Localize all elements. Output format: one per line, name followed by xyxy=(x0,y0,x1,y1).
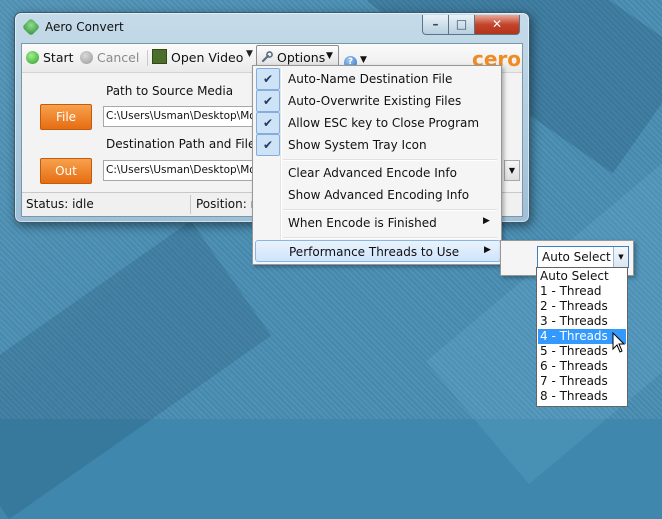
thread-option[interactable]: 8 - Threads xyxy=(538,389,626,404)
help-dropdown-icon: ▼ xyxy=(360,55,367,65)
start-button[interactable]: Start xyxy=(26,49,74,67)
menu-item-performance-threads[interactable]: Performance Threads to Use ▶ xyxy=(255,240,501,262)
check-icon: ✔ xyxy=(256,68,280,90)
status-text: Status: idle xyxy=(26,197,94,211)
close-button[interactable]: ✕ xyxy=(474,15,520,35)
destination-path-field[interactable]: C:\Users\Usman\Desktop\Movies xyxy=(103,160,267,181)
chevron-down-icon[interactable]: ▼ xyxy=(613,247,628,267)
menu-item-allow-esc[interactable]: ✔ Allow ESC key to Close Program xyxy=(255,112,499,134)
source-path-label: Path to Source Media xyxy=(106,84,234,98)
menu-item-show-advanced[interactable]: Show Advanced Encoding Info xyxy=(255,184,499,206)
window-title: Aero Convert xyxy=(45,20,124,34)
menu-separator xyxy=(283,237,497,239)
check-icon: ✔ xyxy=(256,134,280,156)
check-icon: ✔ xyxy=(256,90,280,112)
source-path-field[interactable]: C:\Users\Usman\Desktop\Movies xyxy=(103,106,267,127)
maximize-button[interactable]: □ xyxy=(448,15,475,35)
close-icon: ✕ xyxy=(491,17,503,31)
submenu-arrow-icon: ▶ xyxy=(484,245,491,255)
menu-item-label: Show Advanced Encoding Info xyxy=(288,188,470,202)
menu-item-label: Allow ESC key to Close Program xyxy=(288,116,480,130)
menu-item-clear-advanced[interactable]: Clear Advanced Encode Info xyxy=(255,162,499,184)
menu-separator xyxy=(283,209,497,211)
minimize-button[interactable]: – xyxy=(422,15,449,35)
play-icon xyxy=(26,51,39,64)
open-video-dropdown-icon[interactable]: ▼ xyxy=(246,49,253,59)
options-menu: ✔ Auto-Name Destination File ✔ Auto-Over… xyxy=(252,65,502,265)
film-icon xyxy=(152,49,167,64)
thread-option[interactable]: 6 - Threads xyxy=(538,359,626,374)
toolbar-divider xyxy=(147,50,148,66)
thread-option[interactable]: Auto Select xyxy=(538,269,626,284)
cancel-button[interactable]: Cancel xyxy=(80,49,139,67)
menu-item-label: Auto-Name Destination File xyxy=(288,72,453,86)
menu-item-label: Auto-Overwrite Existing Files xyxy=(288,94,462,108)
cancel-label: Cancel xyxy=(97,50,140,65)
status-divider xyxy=(190,195,191,214)
mouse-cursor-icon xyxy=(612,332,626,353)
open-video-button[interactable]: Open Video xyxy=(152,49,243,67)
menu-item-when-finished[interactable]: When Encode is Finished ▶ xyxy=(255,212,499,234)
thread-option[interactable]: 7 - Threads xyxy=(538,374,626,389)
menu-item-label: Performance Threads to Use xyxy=(289,245,460,259)
options-dropdown-icon: ▼ xyxy=(326,51,333,61)
open-video-label: Open Video xyxy=(171,50,244,65)
title-bar[interactable]: Aero Convert – □ ✕ xyxy=(15,13,529,43)
check-icon: ✔ xyxy=(256,112,280,134)
menu-item-system-tray[interactable]: ✔ Show System Tray Icon xyxy=(255,134,499,156)
file-button[interactable]: File xyxy=(40,104,92,130)
thread-option[interactable]: 3 - Threads xyxy=(538,314,626,329)
menu-separator xyxy=(283,159,497,161)
menu-item-label: Show System Tray Icon xyxy=(288,138,427,152)
cancel-icon xyxy=(80,51,93,64)
submenu-arrow-icon: ▶ xyxy=(483,216,490,226)
out-button[interactable]: Out xyxy=(40,158,92,184)
thread-option[interactable]: 1 - Thread xyxy=(538,284,626,299)
menu-item-auto-name[interactable]: ✔ Auto-Name Destination File xyxy=(255,68,499,90)
start-label: Start xyxy=(43,50,74,65)
options-label: Options xyxy=(277,50,326,65)
wrench-icon xyxy=(261,51,273,63)
menu-item-auto-overwrite[interactable]: ✔ Auto-Overwrite Existing Files xyxy=(255,90,499,112)
minimize-icon: – xyxy=(432,17,439,31)
thread-option[interactable]: 2 - Threads xyxy=(538,299,626,314)
threads-selected-value: Auto Select xyxy=(542,250,611,264)
maximize-icon: □ xyxy=(455,17,468,31)
threads-select[interactable]: Auto Select ▼ xyxy=(537,246,629,268)
menu-item-label: When Encode is Finished xyxy=(288,216,437,230)
format-dropdown-button[interactable]: ▼ xyxy=(504,160,520,181)
menu-item-label: Clear Advanced Encode Info xyxy=(288,166,457,180)
app-icon xyxy=(21,17,41,37)
